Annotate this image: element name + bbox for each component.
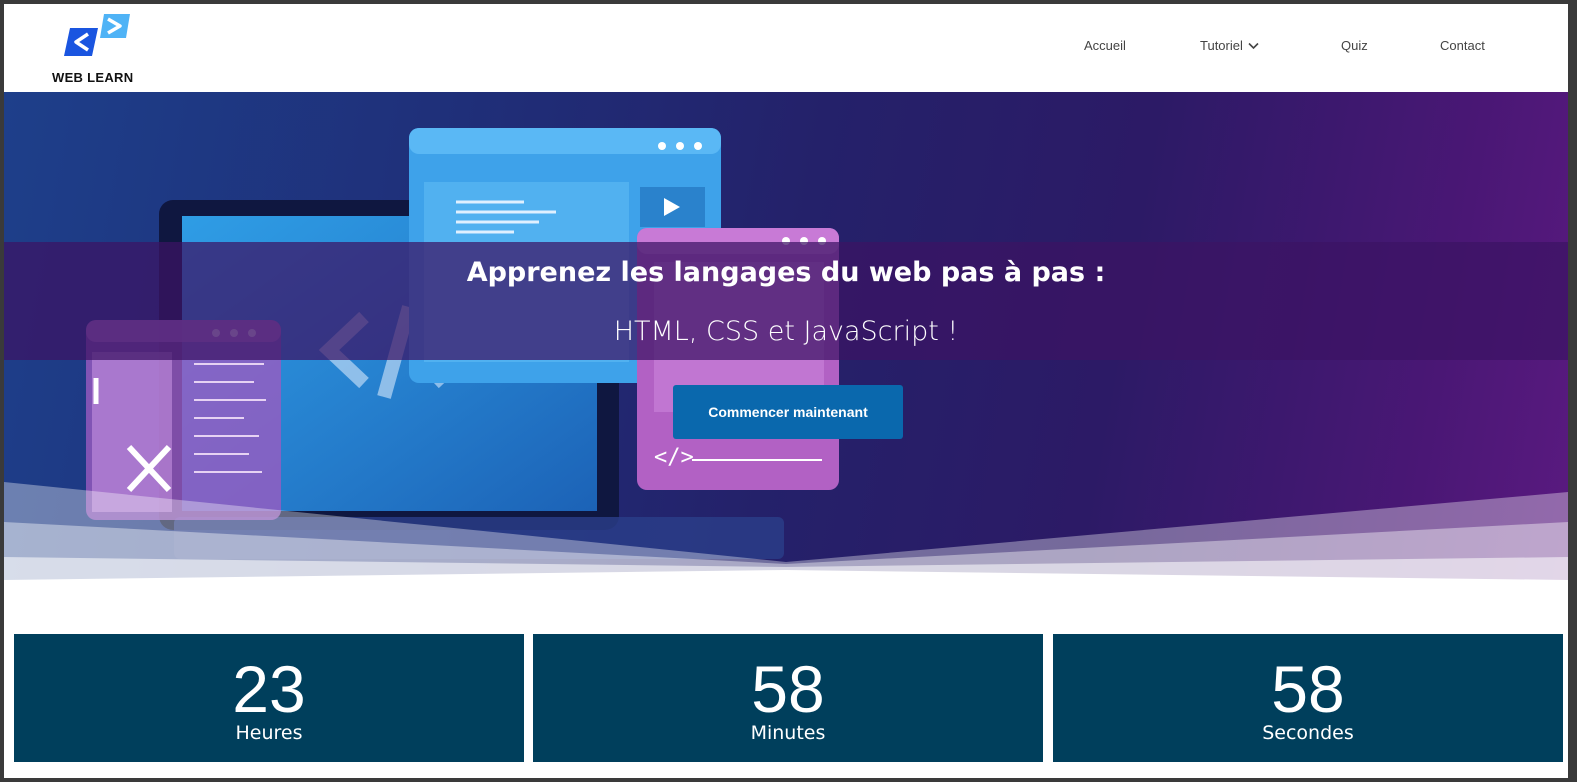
nav-item-label: Accueil (1084, 38, 1126, 53)
countdown-label: Minutes (750, 722, 826, 744)
countdown-value: 58 (1271, 652, 1345, 726)
brand-name: WEB LEARN (52, 70, 134, 85)
nav-item-quiz[interactable]: Quiz (1341, 38, 1368, 53)
countdown-value: 58 (751, 652, 825, 726)
main-nav: Accueil Tutoriel Quiz Contact (4, 38, 1568, 58)
nav-item-tutoriel[interactable]: Tutoriel (1200, 38, 1259, 53)
hero-section: </> Apprenez les langages du web pas à p… (4, 92, 1568, 584)
countdown-seconds: 58 Secondes (1053, 634, 1563, 762)
nav-item-contact[interactable]: Contact (1440, 38, 1485, 53)
chevron-down-icon (1248, 42, 1259, 49)
nav-item-label: Quiz (1341, 38, 1368, 53)
countdown-minutes: 58 Minutes (533, 634, 1043, 762)
countdown-label: Heures (235, 722, 303, 744)
hero-bottom-wave (4, 482, 1568, 584)
countdown-value: 23 (232, 652, 306, 726)
site-header: WEB LEARN Accueil Tutoriel Quiz Contact (4, 4, 1568, 92)
nav-item-accueil[interactable]: Accueil (1084, 38, 1126, 53)
countdown-hours: 23 Heures (14, 634, 524, 762)
countdown: 23 Heures 58 Minutes 58 Secondes (4, 634, 1568, 762)
countdown-label: Secondes (1262, 722, 1354, 744)
nav-item-label: Contact (1440, 38, 1485, 53)
nav-item-label: Tutoriel (1200, 38, 1243, 53)
browser-viewport: WEB LEARN Accueil Tutoriel Quiz Contact (4, 4, 1568, 778)
